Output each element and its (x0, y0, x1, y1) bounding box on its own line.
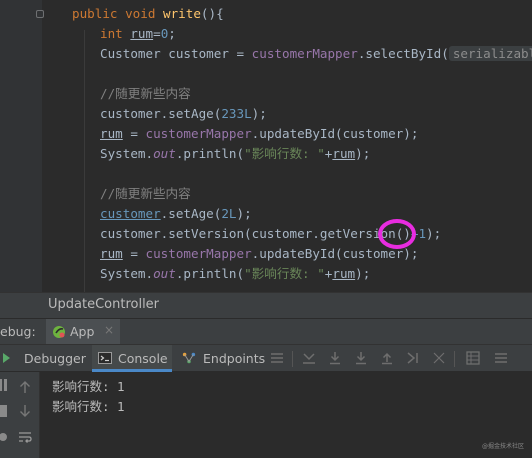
debug-session-tab-app[interactable]: App × (46, 319, 120, 344)
code-line-1: public void write(){ (72, 6, 224, 21)
code-line-9: customer.setAge(2L); (100, 206, 252, 221)
tab-console-label: Console (118, 351, 168, 366)
endpoints-icon (182, 352, 196, 364)
breadcrumb-tooltip[interactable]: UpdateController (0, 292, 532, 318)
settings-icon[interactable] (432, 351, 446, 365)
code-line-12: System.out.println("影响行数: "+rum); (100, 266, 371, 281)
class-name-label: UpdateController (48, 297, 160, 312)
indent-guide (84, 30, 85, 292)
tab-debugger-label: Debugger (24, 351, 86, 366)
code-editor[interactable]: public void write(){ int rum=0; Customer… (0, 0, 532, 292)
code-line-comment-1: //随更新些内容 (100, 86, 191, 101)
debug-toolbar: ebug: App × (0, 318, 532, 344)
line-gutter[interactable] (0, 0, 44, 292)
debug-tab-bar: Debugger Console Endpoints (0, 344, 532, 372)
code-line-6: rum = customerMapper.updateById(customer… (100, 126, 419, 141)
parameter-hint: serializable: (448, 46, 532, 61)
console-output[interactable]: 影响行数: 1 影响行数: 1 (40, 372, 532, 458)
list-icon[interactable] (494, 351, 508, 365)
pause-icon[interactable] (0, 378, 8, 392)
code-line-7: System.out.println("影响行数: "+rum); (100, 146, 371, 161)
rerun-icon[interactable] (0, 351, 14, 365)
fold-marker[interactable] (36, 10, 44, 18)
scroll-up-icon[interactable] (18, 380, 32, 394)
step-out-icon[interactable] (380, 351, 394, 365)
spring-boot-icon (53, 326, 65, 338)
stop-icon[interactable] (0, 404, 8, 418)
console-sidebar (0, 372, 40, 458)
tab-endpoints[interactable]: Endpoints (178, 345, 266, 372)
code-line-5: customer.setAge(233L); (100, 106, 267, 121)
debug-label: ebug: (0, 324, 36, 339)
toolbar-separator (454, 351, 455, 367)
code-line-11: rum = customerMapper.updateById(customer… (100, 246, 419, 261)
soft-wrap-icon[interactable] (18, 430, 32, 444)
show-execution-point-icon[interactable] (302, 351, 316, 365)
watermark: @掘金技术社区 (481, 443, 524, 450)
view-breakpoints-icon[interactable] (0, 430, 8, 444)
tab-endpoints-label: Endpoints (203, 351, 266, 366)
app-tab-label: App (70, 324, 95, 339)
tab-console[interactable]: Console (92, 345, 172, 372)
evaluate-expression-icon[interactable] (466, 351, 480, 365)
code-line-comment-2: //随更新些内容 (100, 186, 191, 201)
toolbar-separator (292, 351, 293, 367)
console-icon (98, 352, 112, 364)
menu-icon[interactable] (270, 351, 284, 365)
run-to-cursor-icon[interactable] (406, 351, 420, 365)
close-icon[interactable]: × (104, 323, 114, 337)
scroll-down-icon[interactable] (18, 404, 32, 418)
step-into-icon[interactable] (354, 351, 368, 365)
code-line-2: int rum=0; (100, 26, 176, 41)
console-line: 影响行数: 1 (52, 399, 125, 414)
step-over-icon[interactable] (328, 351, 342, 365)
code-line-3: Customer customer = customerMapper.selec… (100, 44, 532, 64)
tab-debugger[interactable]: Debugger (14, 345, 90, 372)
highlight-circle (378, 219, 416, 249)
console-line: 影响行数: 1 (52, 379, 125, 394)
